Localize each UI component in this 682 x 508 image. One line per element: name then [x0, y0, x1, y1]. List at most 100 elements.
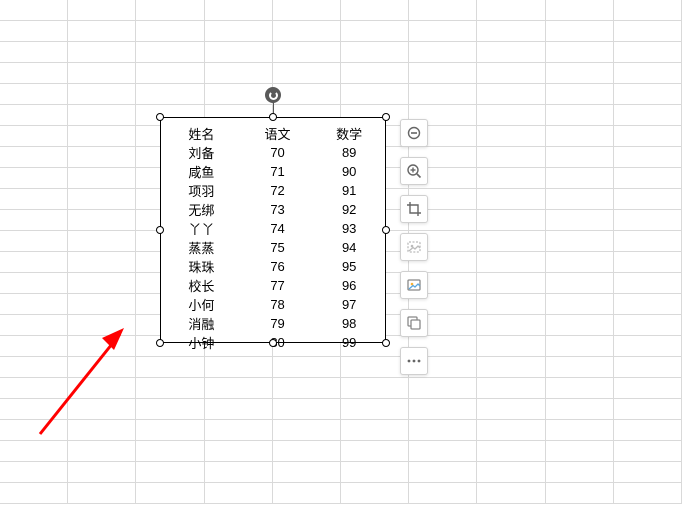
cell[interactable] [409, 63, 477, 84]
object-frame[interactable]: 姓名 语文 数学 刘备7089咸鱼7190项羽7291无绑7392丫丫7493蒸… [160, 117, 386, 343]
cell[interactable] [613, 21, 681, 42]
resize-handle-nw[interactable] [156, 113, 164, 121]
cell[interactable] [613, 294, 681, 315]
cell[interactable] [545, 210, 613, 231]
cell[interactable] [136, 441, 204, 462]
cell[interactable] [613, 189, 681, 210]
cell[interactable] [477, 210, 545, 231]
cell[interactable] [0, 126, 68, 147]
cell[interactable] [340, 399, 408, 420]
cell[interactable] [477, 273, 545, 294]
cell[interactable] [68, 441, 136, 462]
cell[interactable] [340, 0, 408, 21]
cell[interactable] [613, 231, 681, 252]
cell[interactable] [477, 441, 545, 462]
cell[interactable] [477, 189, 545, 210]
cell[interactable] [204, 84, 272, 105]
cell[interactable] [545, 189, 613, 210]
cell[interactable] [68, 210, 136, 231]
cell[interactable] [136, 21, 204, 42]
cell[interactable] [340, 462, 408, 483]
cell[interactable] [613, 378, 681, 399]
cell[interactable] [545, 105, 613, 126]
cell[interactable] [545, 462, 613, 483]
cell[interactable] [0, 168, 68, 189]
cell[interactable] [204, 441, 272, 462]
cell[interactable] [68, 21, 136, 42]
cell[interactable] [68, 84, 136, 105]
cell[interactable] [545, 441, 613, 462]
cell[interactable] [136, 0, 204, 21]
cell[interactable] [613, 357, 681, 378]
cell[interactable] [340, 21, 408, 42]
cell[interactable] [477, 483, 545, 504]
cell[interactable] [477, 105, 545, 126]
cell[interactable] [68, 105, 136, 126]
cell[interactable] [68, 0, 136, 21]
resize-handle-n[interactable] [269, 113, 277, 121]
cell[interactable] [545, 231, 613, 252]
cell[interactable] [204, 357, 272, 378]
cell[interactable] [477, 357, 545, 378]
cell[interactable] [0, 378, 68, 399]
cell[interactable] [545, 378, 613, 399]
cell[interactable] [477, 378, 545, 399]
cell[interactable] [477, 399, 545, 420]
cell[interactable] [409, 0, 477, 21]
cell[interactable] [545, 336, 613, 357]
cell[interactable] [0, 441, 68, 462]
cell[interactable] [204, 462, 272, 483]
cell[interactable] [477, 63, 545, 84]
cell[interactable] [409, 462, 477, 483]
cell[interactable] [613, 252, 681, 273]
cell[interactable] [613, 420, 681, 441]
cell[interactable] [545, 126, 613, 147]
cell[interactable] [204, 378, 272, 399]
cell[interactable] [272, 357, 340, 378]
cell[interactable] [272, 84, 340, 105]
cell[interactable] [0, 63, 68, 84]
cell[interactable] [0, 273, 68, 294]
cell[interactable] [0, 336, 68, 357]
resize-handle-sw[interactable] [156, 339, 164, 347]
cell[interactable] [68, 63, 136, 84]
cell[interactable] [0, 105, 68, 126]
cell[interactable] [136, 42, 204, 63]
cell[interactable] [613, 462, 681, 483]
cell[interactable] [409, 42, 477, 63]
cell[interactable] [340, 357, 408, 378]
cell[interactable] [477, 462, 545, 483]
cell[interactable] [136, 399, 204, 420]
cell[interactable] [613, 336, 681, 357]
cell[interactable] [68, 462, 136, 483]
cell[interactable] [136, 420, 204, 441]
cell[interactable] [68, 126, 136, 147]
cell[interactable] [409, 399, 477, 420]
cell[interactable] [68, 357, 136, 378]
cell[interactable] [68, 231, 136, 252]
cell[interactable] [613, 273, 681, 294]
cell[interactable] [545, 84, 613, 105]
cell[interactable] [409, 441, 477, 462]
cell[interactable] [0, 462, 68, 483]
cell[interactable] [0, 84, 68, 105]
cell[interactable] [409, 483, 477, 504]
cell[interactable] [613, 399, 681, 420]
cell[interactable] [613, 168, 681, 189]
cell[interactable] [68, 147, 136, 168]
cell[interactable] [0, 315, 68, 336]
cell[interactable] [68, 273, 136, 294]
resize-handle-s[interactable] [269, 339, 277, 347]
cell[interactable] [272, 399, 340, 420]
rotate-handle-icon[interactable] [265, 87, 281, 103]
cell[interactable] [136, 483, 204, 504]
copy-image-button[interactable] [400, 309, 428, 337]
cell[interactable] [272, 21, 340, 42]
cell[interactable] [204, 483, 272, 504]
cell[interactable] [613, 147, 681, 168]
cell[interactable] [0, 42, 68, 63]
cell[interactable] [613, 105, 681, 126]
cell[interactable] [477, 315, 545, 336]
cell[interactable] [68, 483, 136, 504]
cell[interactable] [545, 357, 613, 378]
